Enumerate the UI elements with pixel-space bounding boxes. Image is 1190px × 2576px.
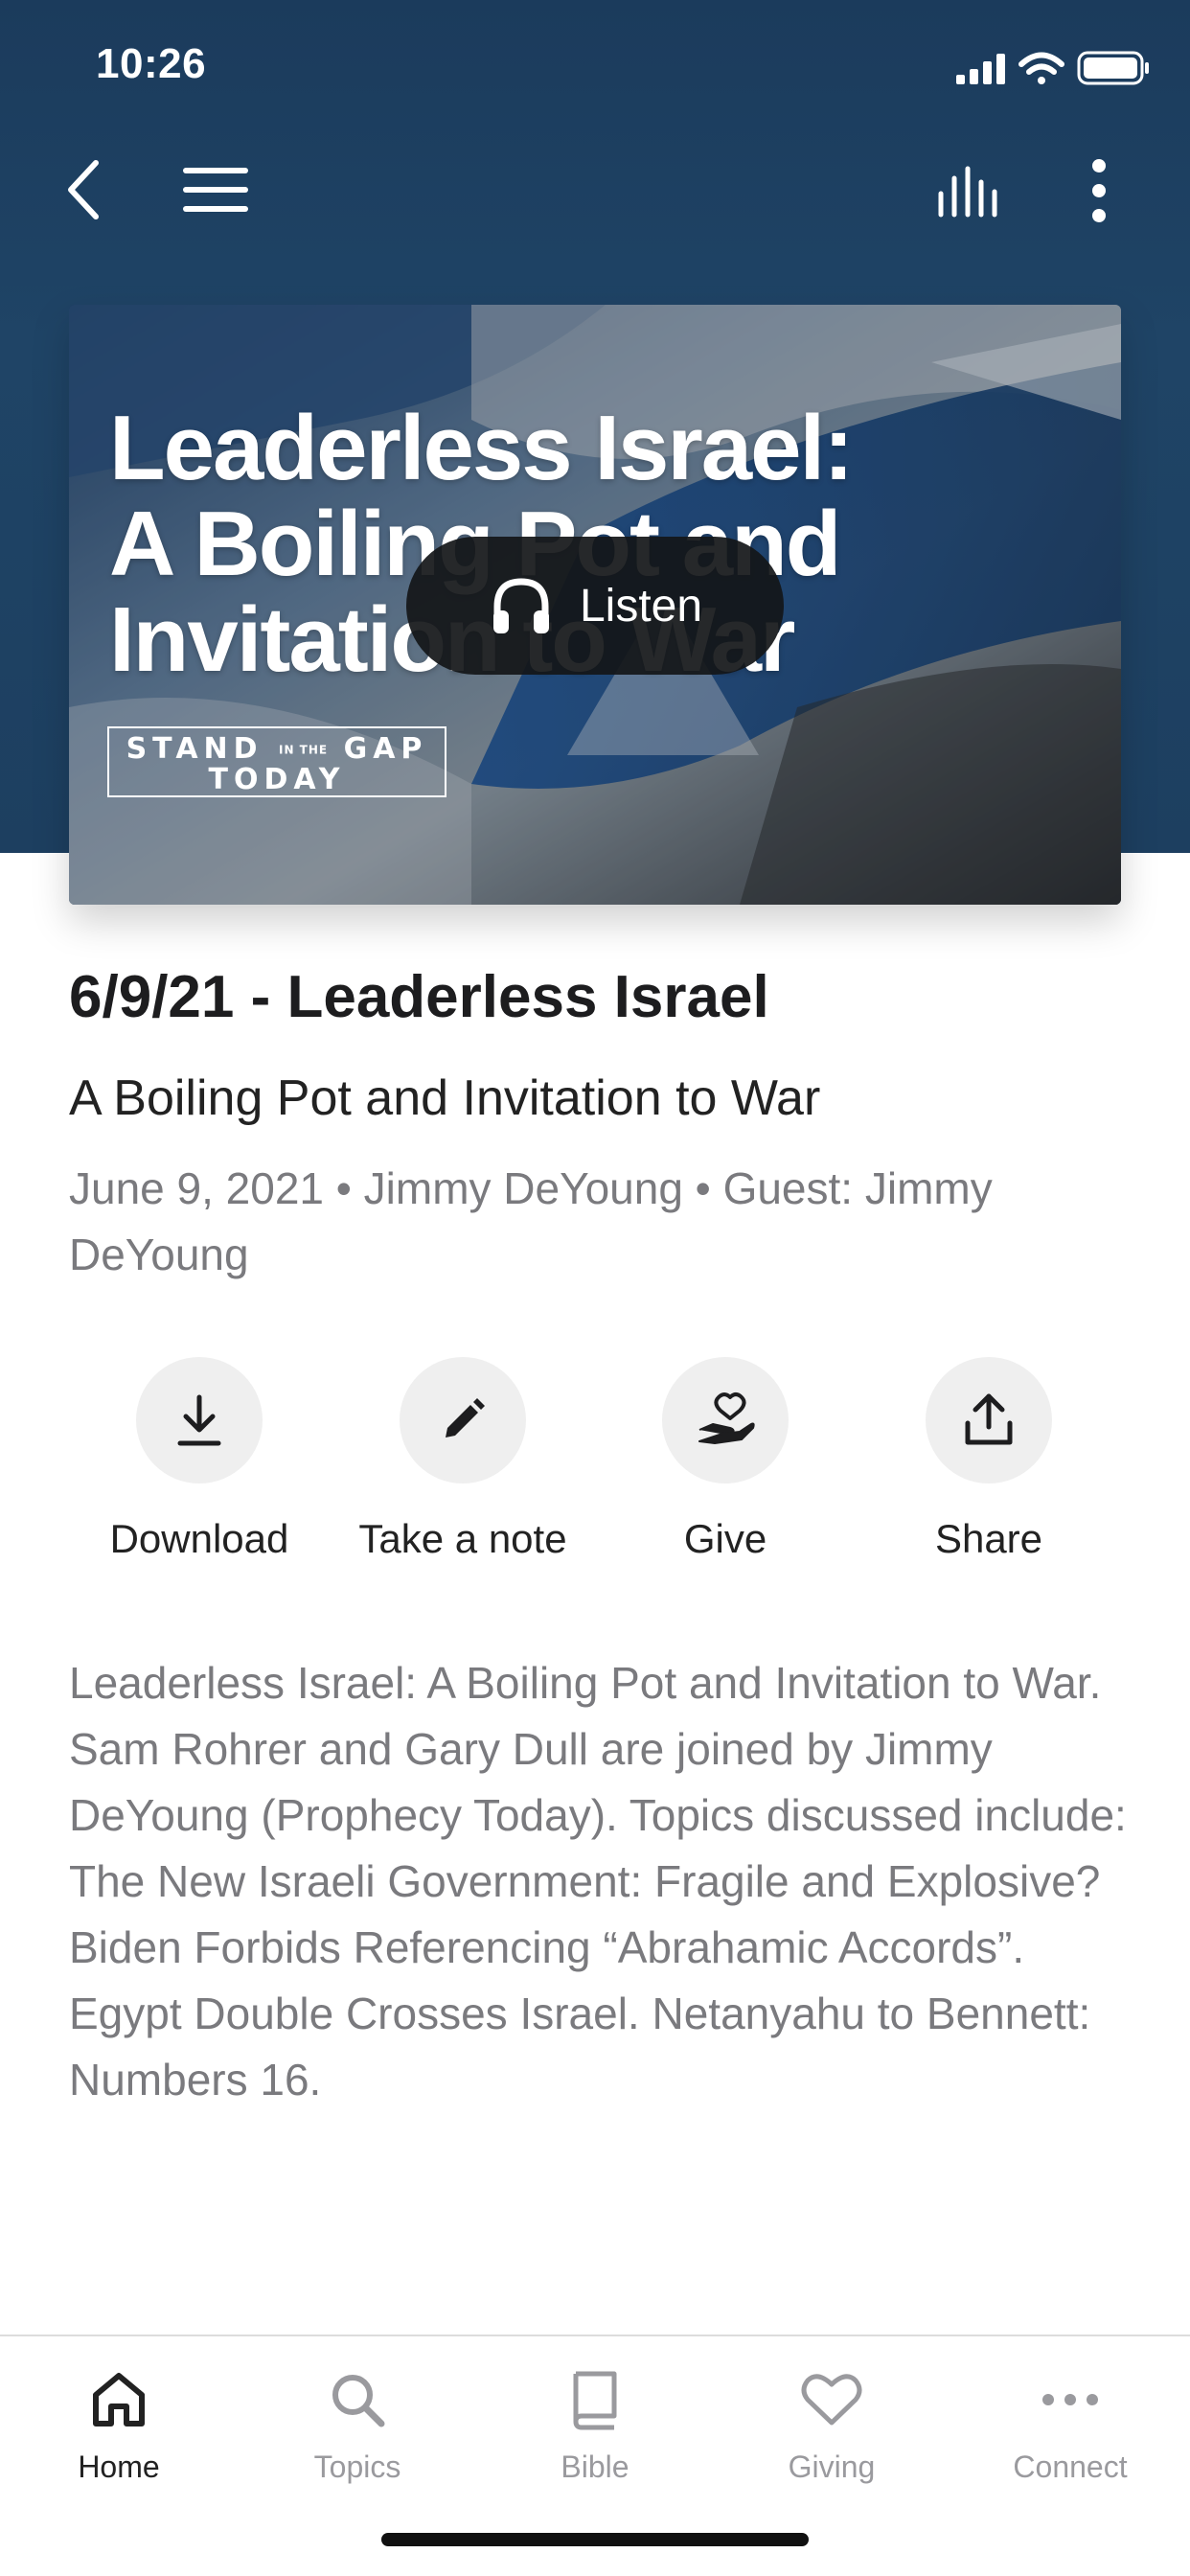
- take-note-circle[interactable]: [400, 1357, 526, 1484]
- tab-connect[interactable]: Connect: [965, 2361, 1176, 2485]
- share-button[interactable]: Share: [855, 1357, 1123, 1562]
- brand-logo: STAND IN THE GAP TODAY: [107, 726, 446, 797]
- episode-title: 6/9/21 - Leaderless Israel: [69, 964, 769, 1030]
- tab-label: Connect: [1013, 2450, 1128, 2484]
- listen-button[interactable]: Listen: [406, 537, 784, 675]
- listen-label: Listen: [579, 580, 703, 632]
- give-heart-hand-icon: [698, 1392, 755, 1444]
- home-icon: [93, 2373, 145, 2426]
- tab-label: Topics: [313, 2450, 401, 2484]
- take-note-label: Take a note: [358, 1516, 567, 1561]
- download-button[interactable]: Download: [65, 1357, 333, 1562]
- more-horizontal-icon: [1042, 2394, 1098, 2405]
- brand-text: GAP: [343, 732, 428, 766]
- audio-levels-icon[interactable]: [933, 165, 1010, 224]
- menu-icon[interactable]: [180, 163, 251, 217]
- share-label: Share: [934, 1516, 1043, 1561]
- cellular-signal-icon: [956, 54, 1005, 84]
- tab-home[interactable]: Home: [13, 2361, 224, 2485]
- artwork-title-line: Leaderless Israel:: [109, 397, 854, 499]
- status-icons: [956, 51, 1149, 85]
- back-chevron-icon[interactable]: [57, 153, 115, 226]
- episode-subtitle: A Boiling Pot and Invitation to War: [69, 1070, 821, 1126]
- tab-giving[interactable]: Giving: [726, 2361, 937, 2485]
- home-indicator[interactable]: [381, 2533, 809, 2546]
- download-label: Download: [109, 1516, 289, 1561]
- give-circle[interactable]: [662, 1357, 789, 1484]
- headphones-icon: [492, 578, 549, 633]
- share-icon: [965, 1393, 1013, 1445]
- wifi-icon: [1018, 52, 1064, 84]
- download-icon: [177, 1394, 221, 1446]
- give-button[interactable]: Give: [591, 1357, 859, 1562]
- brand-text: TODAY: [208, 763, 346, 796]
- episode-meta: June 9, 2021 • Jimmy DeYoung • Guest: Ji…: [69, 1163, 993, 1279]
- tab-bible[interactable]: Bible: [490, 2361, 700, 2485]
- give-label: Give: [683, 1516, 767, 1561]
- tab-label: Home: [78, 2450, 160, 2484]
- tab-label: Bible: [561, 2450, 629, 2484]
- brand-small-text: IN THE: [279, 743, 329, 757]
- more-vertical-icon[interactable]: [1083, 155, 1115, 226]
- search-icon: [332, 2375, 385, 2427]
- heart-icon: [801, 2374, 862, 2426]
- tab-topics[interactable]: Topics: [252, 2361, 463, 2485]
- brand-text: STAND: [126, 732, 263, 766]
- share-circle[interactable]: [926, 1357, 1052, 1484]
- download-circle[interactable]: [136, 1357, 263, 1484]
- take-note-button[interactable]: Take a note: [329, 1357, 597, 1562]
- battery-icon: [1077, 51, 1149, 85]
- episode-description: Leaderless Israel: A Boiling Pot and Inv…: [69, 1658, 1127, 2104]
- pencil-icon: [446, 1398, 485, 1438]
- book-icon: [573, 2371, 617, 2430]
- tab-label: Giving: [788, 2450, 876, 2484]
